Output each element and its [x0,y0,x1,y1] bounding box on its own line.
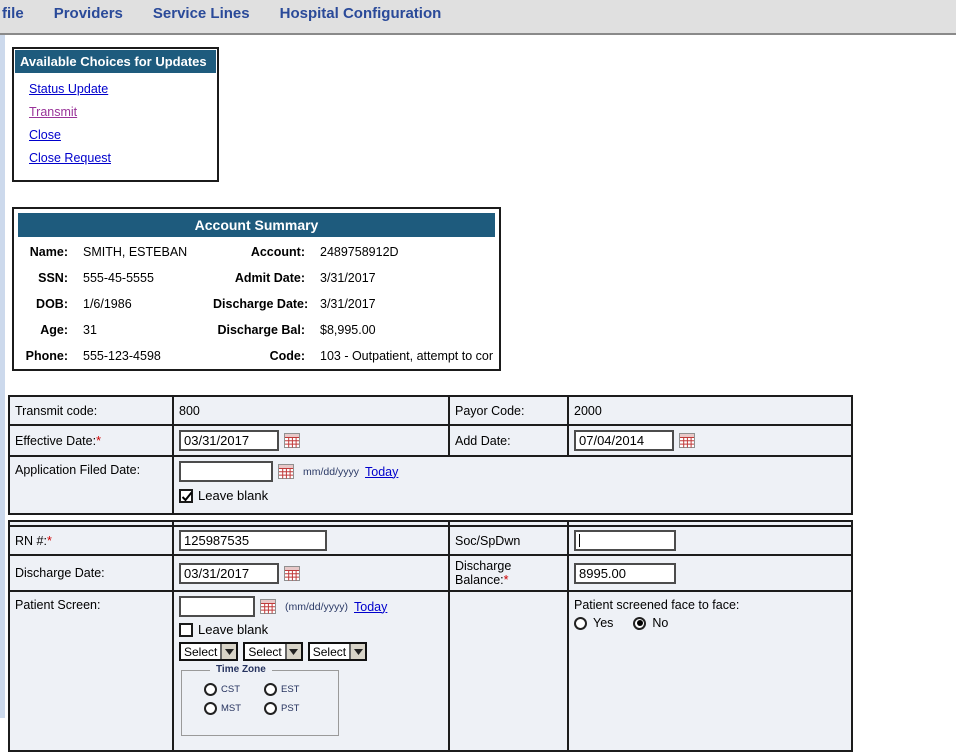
patient-screen-leave-blank-checkbox[interactable] [179,623,193,637]
summary-value-account: 2489758912D [320,245,493,259]
discharge-date-calendar-icon[interactable] [284,566,300,581]
pst-radio[interactable] [264,702,277,715]
application-filed-date-input[interactable] [179,461,273,482]
face-to-face-yes-radio[interactable] [574,617,587,630]
summary-label-discharge-bal: Discharge Bal: [213,323,305,337]
face-to-face-yes-label: Yes [593,616,613,630]
payor-code-label: Payor Code: [449,396,568,425]
available-choices-links: Status Update Transmit Close Close Reque… [15,73,216,179]
application-today-link[interactable]: Today [365,465,398,479]
summary-value-age: 31 [83,323,198,337]
summary-value-name: SMITH, ESTEBAN [83,245,198,259]
patient-screen-leave-blank-label: Leave blank [198,622,268,637]
summary-value-dob: 1/6/1986 [83,297,198,311]
summary-label-age: Age: [24,323,68,337]
account-detail-form-table: RN #:* Soc/SpDwn Discharge Date: Dischar… [8,520,853,752]
link-transmit[interactable]: Transmit [29,105,77,120]
available-choices-title: Available Choices for Updates [15,50,216,73]
patient-screen-select-1[interactable]: Select [179,642,238,661]
discharge-balance-input[interactable] [574,563,676,584]
application-filed-date-label: Application Filed Date: [9,456,173,514]
rn-number-label: RN #:* [9,526,173,555]
time-zone-option-cst[interactable]: CST [204,683,264,696]
add-date-calendar-icon[interactable] [679,433,695,448]
dropdown-arrow-icon [285,644,301,659]
top-menu-bar: file Providers Service Lines Hospital Co… [0,0,956,35]
nav-item-file[interactable]: file [2,5,24,22]
mst-radio[interactable] [204,702,217,715]
patient-screen-today-link[interactable]: Today [354,600,387,614]
summary-value-discharge-bal: $8,995.00 [320,323,493,337]
nav-item-providers[interactable]: Providers [54,5,123,22]
text-cursor [579,534,580,547]
patient-screen-date-input[interactable] [179,596,255,617]
effective-date-label: Effective Date:* [9,425,173,456]
time-zone-option-mst[interactable]: MST [204,702,264,715]
patient-screen-select-3[interactable]: Select [308,642,367,661]
summary-label-discharge-date: Discharge Date: [213,297,305,311]
summary-label-account: Account: [213,245,305,259]
available-choices-panel: Available Choices for Updates Status Upd… [12,47,219,182]
summary-label-admit-date: Admit Date: [213,271,305,285]
empty-cell [449,591,568,751]
payor-code-value: 2000 [568,396,852,425]
effective-date-input[interactable] [179,430,279,451]
time-zone-option-est[interactable]: EST [264,683,324,696]
application-date-format-hint: mm/dd/yyyy [303,466,359,478]
account-summary-grid: Name: SMITH, ESTEBAN Account: 2489758912… [18,237,495,363]
effective-date-calendar-icon[interactable] [284,433,300,448]
summary-label-name: Name: [24,245,68,259]
nav-item-hospital-configuration[interactable]: Hospital Configuration [280,5,442,22]
patient-screen-format-hint: (mm/dd/yyyy) [285,601,348,613]
add-date-label: Add Date: [449,425,568,456]
dropdown-arrow-icon [349,644,365,659]
summary-value-admit-date: 3/31/2017 [320,271,493,285]
summary-label-dob: DOB: [24,297,68,311]
est-radio[interactable] [264,683,277,696]
link-close-request[interactable]: Close Request [29,151,111,166]
soc-spdwn-label: Soc/SpDwn [449,526,568,555]
face-to-face-no-label: No [652,616,668,630]
rn-number-input[interactable] [179,530,327,551]
transmit-code-label: Transmit code: [9,396,173,425]
face-to-face-no-radio[interactable] [633,617,646,630]
time-zone-legend: Time Zone [210,664,272,675]
summary-value-code: 103 - Outpatient, attempt to contact [320,349,493,363]
nav-item-service-lines[interactable]: Service Lines [153,5,250,22]
summary-value-phone: 555-123-4598 [83,349,198,363]
link-status-update[interactable]: Status Update [29,82,108,97]
summary-label-ssn: SSN: [24,271,68,285]
link-close[interactable]: Close [29,128,61,143]
summary-value-ssn: 555-45-5555 [83,271,198,285]
page-left-edge [0,35,5,718]
application-filed-date-calendar-icon[interactable] [278,464,294,479]
summary-label-phone: Phone: [24,349,68,363]
add-date-input[interactable] [574,430,674,451]
transmit-code-value: 800 [173,396,449,425]
time-zone-fieldset: Time Zone CST EST MST [181,670,339,736]
application-leave-blank-label: Leave blank [198,488,268,503]
face-to-face-label: Patient screened face to face: [574,598,846,612]
patient-screen-calendar-icon[interactable] [260,599,276,614]
summary-value-discharge-date: 3/31/2017 [320,297,493,311]
discharge-balance-label: Discharge Balance:* [449,555,568,591]
soc-spdwn-input[interactable] [574,530,676,551]
cst-radio[interactable] [204,683,217,696]
patient-screen-label: Patient Screen: [9,591,173,751]
application-leave-blank-checkbox[interactable] [179,489,193,503]
time-zone-option-pst[interactable]: PST [264,702,324,715]
account-summary-panel: Account Summary Name: SMITH, ESTEBAN Acc… [12,207,501,371]
dropdown-arrow-icon [220,644,236,659]
account-summary-title: Account Summary [18,213,495,237]
summary-label-code: Code: [213,349,305,363]
discharge-date-input[interactable] [179,563,279,584]
discharge-date-label: Discharge Date: [9,555,173,591]
transmit-form-table: Transmit code: 800 Payor Code: 2000 Effe… [8,395,853,515]
patient-screen-select-2[interactable]: Select [243,642,302,661]
